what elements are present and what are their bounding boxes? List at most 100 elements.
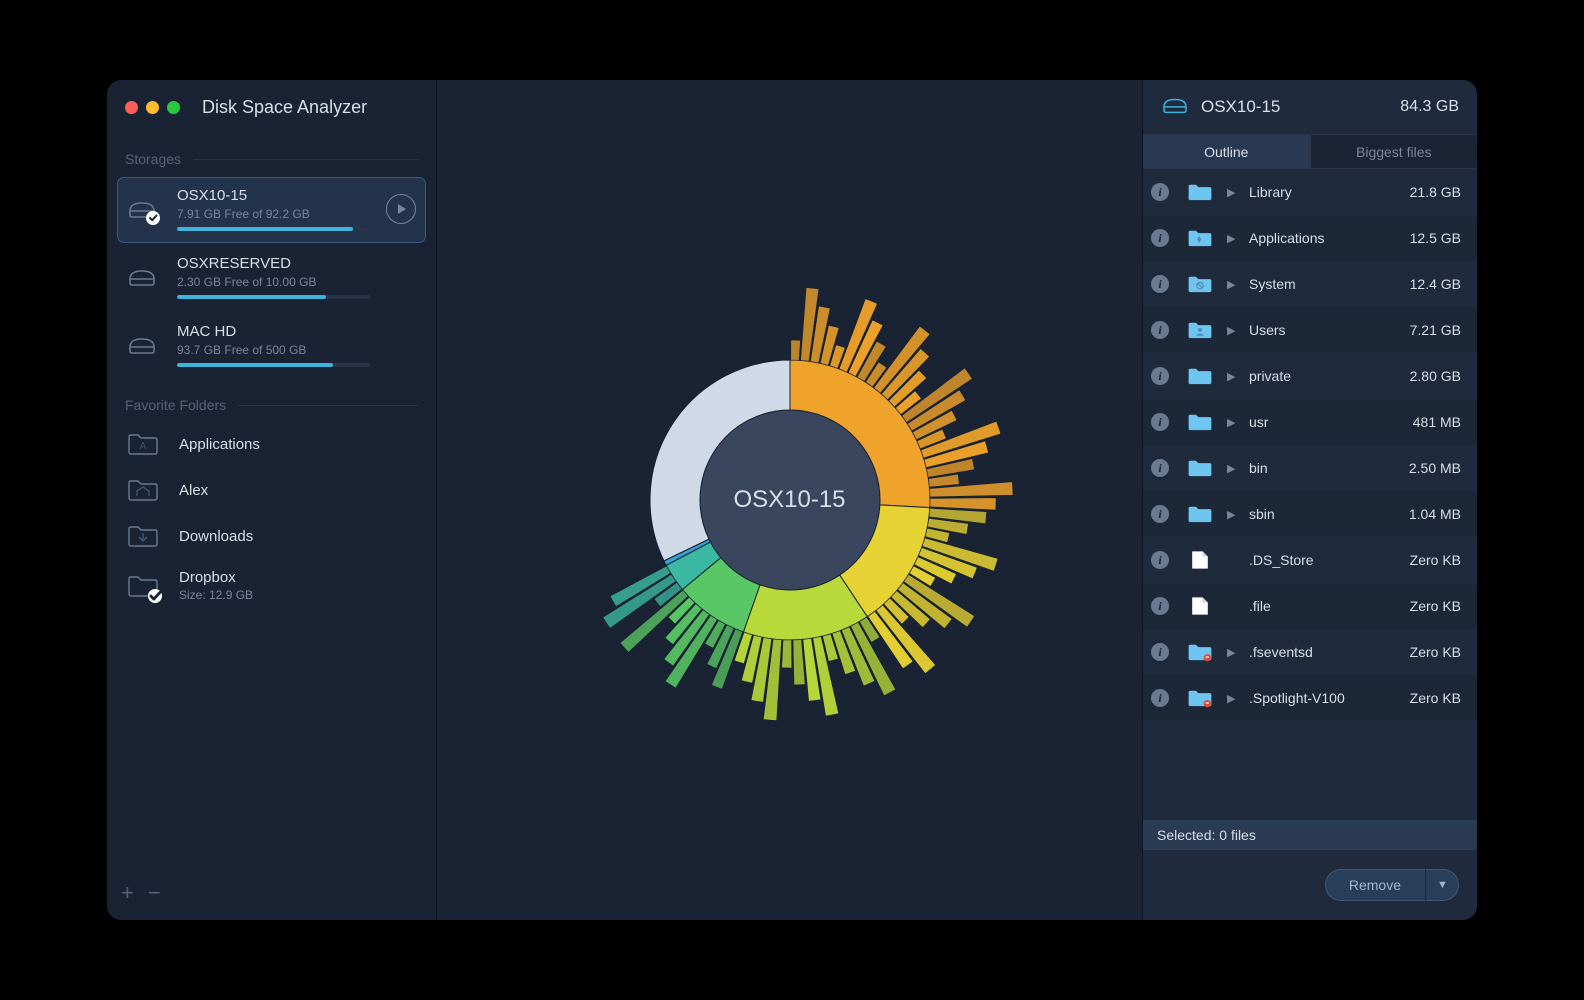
panel-drive-name: OSX10-15 [1201,97,1388,117]
disclosure-arrow-icon[interactable]: ▶ [1227,278,1243,291]
selected-status: Selected: 0 files [1143,820,1477,850]
row-name: .DS_Store [1249,552,1404,568]
storage-item[interactable]: OSX10-15 7.91 GB Free of 92.2 GB [117,177,426,243]
info-button[interactable]: i [1151,597,1169,615]
row-name: .fseventsd [1249,644,1404,660]
storage-item[interactable]: MAC HD 93.7 GB Free of 500 GB [117,313,426,379]
zoom-window-button[interactable] [167,101,180,114]
folder-system-icon [1187,273,1213,295]
sidebar-footer: + − [107,870,436,920]
info-button[interactable]: i [1151,643,1169,661]
tab-outline[interactable]: Outline [1143,135,1310,169]
sidebar: Disk Space Analyzer Storages OSX10-15 7.… [107,80,437,920]
info-button[interactable]: i [1151,689,1169,707]
folder-icon [1187,457,1213,479]
outline-row[interactable]: i ▶ .file Zero KB [1143,583,1477,629]
titlebar: Disk Space Analyzer [107,80,436,135]
row-name: Applications [1249,230,1404,246]
outline-row[interactable]: i ▶ usr 481 MB [1143,399,1477,445]
storage-sub: 93.7 GB Free of 500 GB [177,343,370,357]
folder-apps-icon [1187,227,1213,249]
row-size: 2.80 GB [1410,368,1461,384]
info-button[interactable]: i [1151,551,1169,569]
folder-icon [1187,365,1213,387]
disclosure-arrow-icon[interactable]: ▶ [1227,370,1243,383]
info-button[interactable]: i [1151,367,1169,385]
disclosure-arrow-icon[interactable]: ▶ [1227,462,1243,475]
checked-badge-icon [146,211,160,225]
storage-usage-bar [177,227,370,231]
info-button[interactable]: i [1151,229,1169,247]
favorites-header-label: Favorite Folders [125,397,226,413]
folder-icon [1187,503,1213,525]
outline-row[interactable]: i ▶ .DS_Store Zero KB [1143,537,1477,583]
remove-button[interactable]: Remove ▼ [1325,869,1459,901]
row-size: 7.21 GB [1410,322,1461,338]
sunburst-chart[interactable]: OSX10-15 [530,240,1050,760]
row-name: Library [1249,184,1404,200]
panel-footer: Remove ▼ [1143,850,1477,920]
storage-sub: 2.30 GB Free of 10.00 GB [177,275,370,289]
outline-row[interactable]: i ▶ private 2.80 GB [1143,353,1477,399]
info-button[interactable]: i [1151,183,1169,201]
storage-sub: 7.91 GB Free of 92.2 GB [177,207,370,221]
favorite-item[interactable]: Dropbox Size: 12.9 GB [117,559,426,612]
window-controls [125,101,180,114]
outline-row[interactable]: i ▶ .fseventsd Zero KB [1143,629,1477,675]
favorite-item[interactable]: A Applications [117,421,426,467]
remove-button-dropdown[interactable]: ▼ [1425,869,1459,901]
disclosure-arrow-icon[interactable]: ▶ [1227,186,1243,199]
scan-button[interactable] [386,194,416,224]
panel-header: OSX10-15 84.3 GB [1143,80,1477,135]
outline-row[interactable]: i ▶ sbin 1.04 MB [1143,491,1477,537]
outline-row[interactable]: i ▶ .Spotlight-V100 Zero KB [1143,675,1477,721]
panel-drive-size: 84.3 GB [1400,98,1459,116]
info-button[interactable]: i [1151,459,1169,477]
info-button[interactable]: i [1151,505,1169,523]
row-size: Zero KB [1410,598,1461,614]
storages-header-label: Storages [125,151,181,167]
minimize-window-button[interactable] [146,101,159,114]
row-name: .file [1249,598,1404,614]
folder-locked-icon [1187,641,1213,663]
drive-icon [1161,94,1189,121]
disclosure-arrow-icon[interactable]: ▶ [1227,508,1243,521]
disclosure-arrow-icon[interactable]: ▶ [1227,646,1243,659]
outline-row[interactable]: i ▶ Library 21.8 GB [1143,169,1477,215]
storage-name: OSXRESERVED [177,255,370,273]
storage-name: MAC HD [177,323,370,341]
info-button[interactable]: i [1151,275,1169,293]
info-button[interactable]: i [1151,413,1169,431]
add-favorite-button[interactable]: + [121,880,134,906]
disclosure-arrow-icon[interactable]: ▶ [1227,692,1243,705]
applications-folder-icon: A [127,431,159,457]
close-window-button[interactable] [125,101,138,114]
row-name: bin [1249,460,1403,476]
outline-row[interactable]: i ▶ bin 2.50 MB [1143,445,1477,491]
row-name: usr [1249,414,1407,430]
storage-usage-bar [177,363,370,367]
row-size: Zero KB [1410,644,1461,660]
disclosure-arrow-icon[interactable]: ▶ [1227,324,1243,337]
outline-row[interactable]: i ▶ Users 7.21 GB [1143,307,1477,353]
row-size: 481 MB [1413,414,1461,430]
favorite-name: Applications [179,436,416,453]
outline-row[interactable]: i ▶ Applications 12.5 GB [1143,215,1477,261]
row-name: Users [1249,322,1404,338]
disclosure-arrow-icon[interactable]: ▶ [1227,416,1243,429]
app-title: Disk Space Analyzer [202,97,367,118]
outline-row[interactable]: i ▶ System 12.4 GB [1143,261,1477,307]
downloads-folder-icon [127,523,159,549]
favorites-header: Favorite Folders [107,381,436,421]
panel-tabs: Outline Biggest files [1143,135,1477,169]
tab-biggest-files[interactable]: Biggest files [1310,135,1478,169]
favorite-item[interactable]: Alex [117,467,426,513]
disclosure-arrow-icon[interactable]: ▶ [1227,232,1243,245]
favorite-item[interactable]: Downloads [117,513,426,559]
storage-item[interactable]: OSXRESERVED 2.30 GB Free of 10.00 GB [117,245,426,311]
svg-text:A: A [140,441,147,452]
app-window: Disk Space Analyzer Storages OSX10-15 7.… [107,80,1477,920]
remove-favorite-button[interactable]: − [148,880,161,906]
info-button[interactable]: i [1151,321,1169,339]
drive-icon [127,197,157,221]
